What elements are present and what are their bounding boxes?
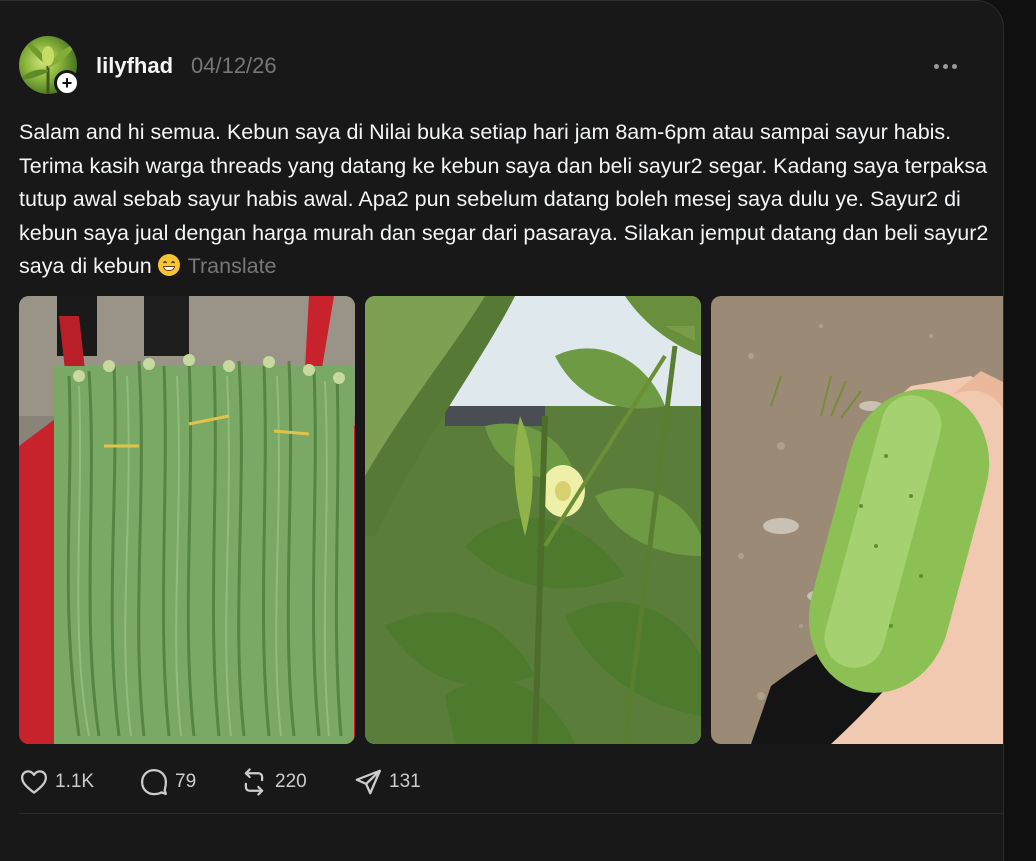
photo-cucumber[interactable] [711,296,1003,744]
post-card: + lilyfhad 04/12/26 Salam and hi semua. … [0,0,1004,861]
more-horizontal-icon[interactable] [925,51,965,81]
grinning-face-emoji [157,254,180,276]
repost-icon [244,768,264,796]
repost-count: 220 [275,771,307,792]
share-count: 131 [389,771,421,792]
like-button[interactable]: 1.1K [19,763,94,801]
photo-long-beans[interactable] [19,296,355,744]
repost-button[interactable]: 220 [239,763,307,801]
post-date[interactable]: 04/12/26 [191,53,277,79]
heart-icon [21,770,47,794]
reply-button[interactable]: 79 [139,763,196,801]
send-icon [355,769,381,795]
post-text: Salam and hi semua. Kebun saya di Nilai … [19,116,989,284]
follow-plus-icon[interactable]: + [54,70,80,96]
comment-bubble-icon [141,769,167,796]
share-button[interactable]: 131 [353,763,421,801]
photo-okra-plant[interactable] [365,296,701,744]
like-count: 1.1K [55,771,95,792]
divider [19,813,1003,814]
username[interactable]: lilyfhad [96,53,173,79]
translate-link[interactable]: Translate [188,254,277,278]
reply-count: 79 [175,771,197,792]
